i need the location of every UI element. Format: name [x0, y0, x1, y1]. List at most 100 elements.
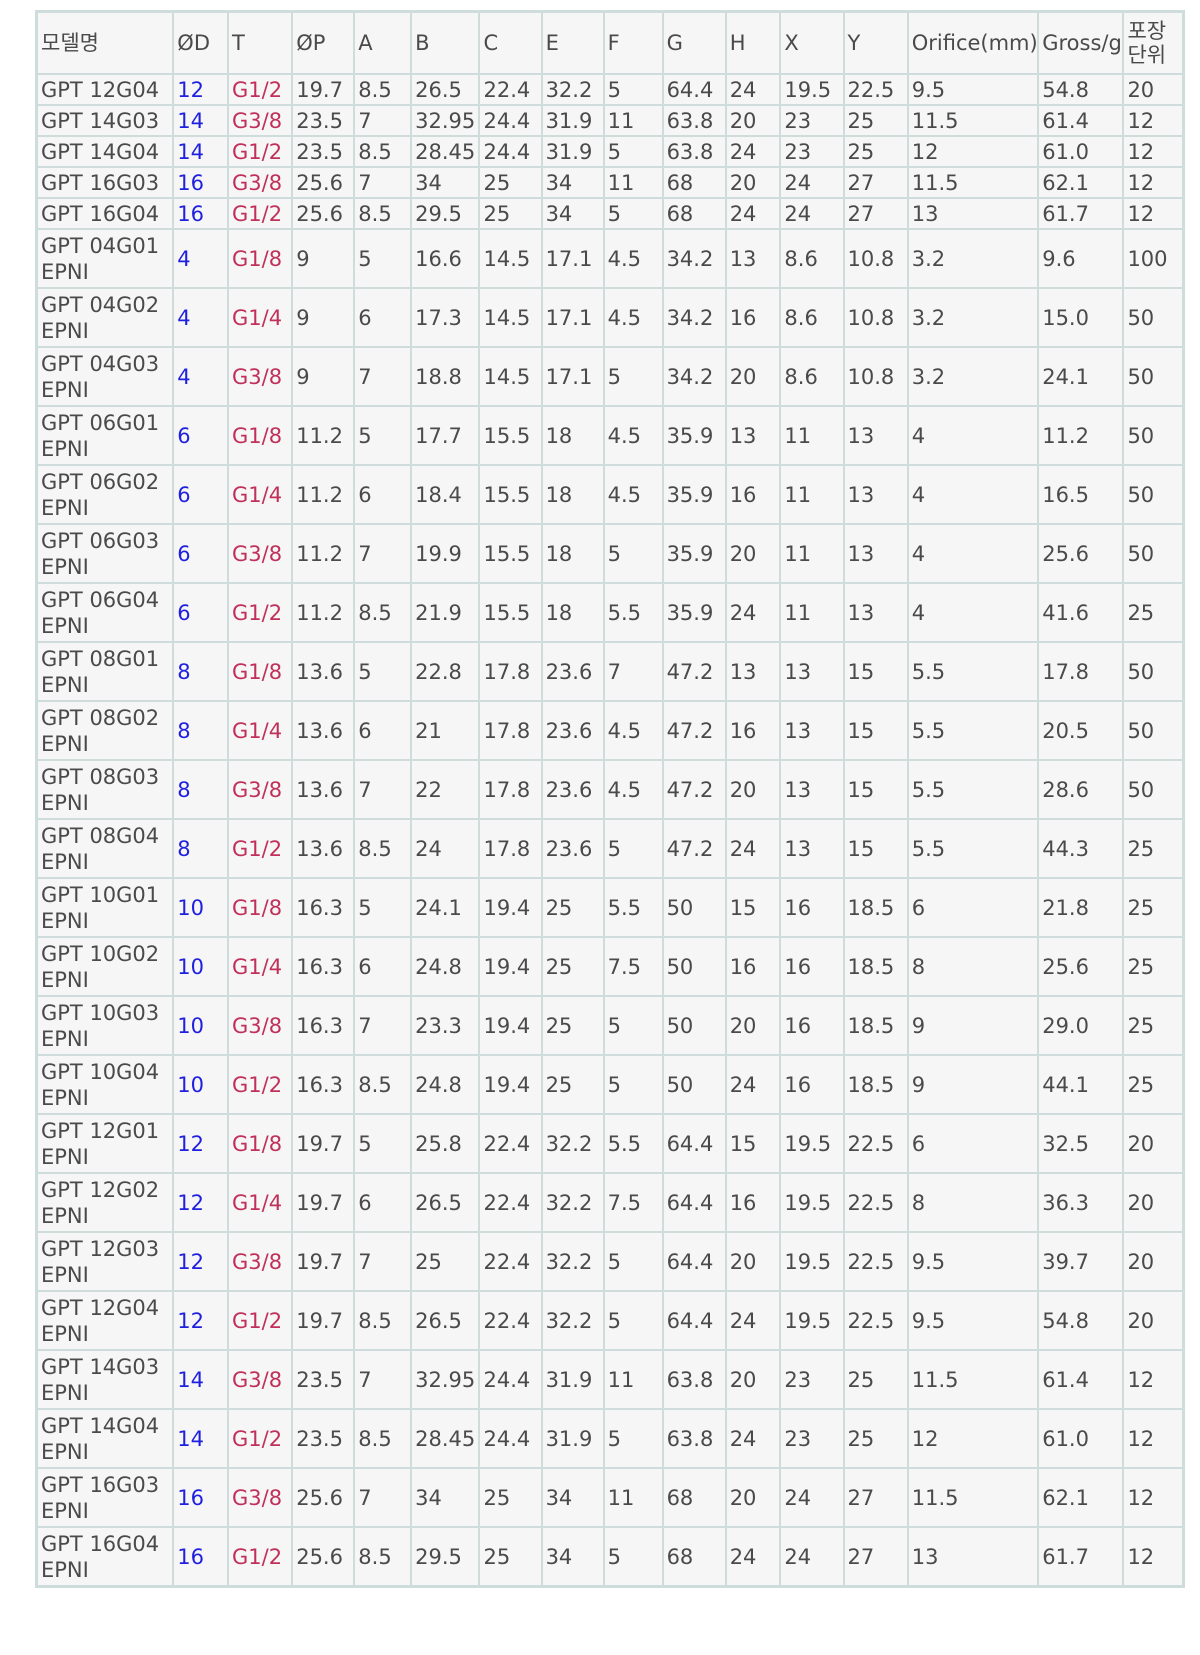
cell-gross-weight: 21.8	[1037, 877, 1125, 938]
cell-od: 14	[172, 1408, 230, 1469]
cell-y: 13	[842, 464, 909, 525]
cell-od: 12	[172, 73, 230, 106]
cell-gross-weight: 44.1	[1037, 1054, 1125, 1115]
cell-h: 24	[724, 1054, 782, 1115]
cell-packing-unit: 20	[1122, 73, 1185, 106]
cell-h: 16	[724, 700, 782, 761]
cell-packing-unit: 12	[1122, 104, 1185, 137]
cell-gross-weight: 61.0	[1037, 1408, 1125, 1469]
cell-gross-weight: 24.1	[1037, 346, 1125, 407]
cell-c: 14.5	[478, 228, 543, 289]
cell-e: 23.6	[540, 641, 605, 702]
cell-y: 15	[842, 759, 909, 820]
cell-e: 23.6	[540, 700, 605, 761]
cell-op: 16.3	[291, 936, 356, 997]
cell-gross-weight: 54.8	[1037, 73, 1125, 106]
cell-f: 5	[602, 1526, 664, 1588]
cell-g: 68	[661, 1526, 727, 1588]
cell-b: 29.5	[410, 197, 481, 230]
table-row: GPT 14G04 EPNI 14 G1/2 23.5 8.5 28.45 24.4 31.9…	[35, 1408, 1185, 1469]
cell-op: 25.6	[291, 166, 356, 199]
cell-packing-unit: 12	[1122, 1408, 1185, 1469]
cell-thread: G1/2	[227, 1054, 294, 1115]
cell-y: 18.5	[842, 995, 909, 1056]
cell-y: 27	[842, 1467, 909, 1528]
cell-op: 13.6	[291, 759, 356, 820]
cell-y: 18.5	[842, 936, 909, 997]
cell-c: 25	[478, 197, 543, 230]
cell-g: 35.9	[661, 405, 727, 466]
cell-c: 24.4	[478, 104, 543, 137]
cell-thread: G1/2	[227, 135, 294, 168]
cell-e: 34	[540, 166, 605, 199]
cell-x: 19.5	[779, 1290, 845, 1351]
cell-h: 24	[724, 818, 782, 879]
cell-y: 27	[842, 1526, 909, 1588]
cell-b: 26.5	[410, 1290, 481, 1351]
cell-packing-unit: 50	[1122, 523, 1185, 584]
cell-packing-unit: 20	[1122, 1172, 1185, 1233]
cell-od: 14	[172, 135, 230, 168]
cell-y: 27	[842, 166, 909, 199]
cell-c: 17.8	[478, 759, 543, 820]
cell-e: 25	[540, 995, 605, 1056]
cell-g: 68	[661, 197, 727, 230]
table-row: GPT 14G04 14 G1/2 23.5 8.5 28.45 24.4 31.9 5 63.8…	[35, 135, 1185, 168]
column-header-f: F	[602, 10, 664, 75]
cell-orifice: 5.5	[906, 700, 1040, 761]
cell-a: 8.5	[353, 1408, 413, 1469]
cell-od: 12	[172, 1113, 230, 1174]
cell-x: 19.5	[779, 1172, 845, 1233]
cell-a: 6	[353, 287, 413, 348]
cell-thread: G1/2	[227, 1408, 294, 1469]
cell-b: 28.45	[410, 135, 481, 168]
cell-g: 50	[661, 1054, 727, 1115]
table-header: 모델명 ØD T ØP A B C E F G H X Y Orifice(mm) Gross/g 포장단위	[35, 10, 1185, 75]
cell-thread: G1/8	[227, 1113, 294, 1174]
cell-op: 19.7	[291, 1231, 356, 1292]
cell-e: 34	[540, 1467, 605, 1528]
cell-packing-unit: 12	[1122, 197, 1185, 230]
cell-model-name: GPT 04G01 EPNI	[35, 228, 175, 289]
cell-x: 23	[779, 104, 845, 137]
cell-gross-weight: 15.0	[1037, 287, 1125, 348]
cell-orifice: 3.2	[906, 346, 1040, 407]
table-row: GPT 12G04 EPNI 12 G1/2 19.7 8.5 26.5 22.4 32.2 5…	[35, 1290, 1185, 1351]
cell-c: 14.5	[478, 346, 543, 407]
cell-gross-weight: 25.6	[1037, 936, 1125, 997]
cell-od: 8	[172, 641, 230, 702]
cell-orifice: 11.5	[906, 1467, 1040, 1528]
cell-model-name: GPT 08G03 EPNI	[35, 759, 175, 820]
cell-od: 16	[172, 197, 230, 230]
cell-packing-unit: 12	[1122, 166, 1185, 199]
cell-model-name: GPT 12G01 EPNI	[35, 1113, 175, 1174]
cell-thread: G3/8	[227, 104, 294, 137]
cell-g: 64.4	[661, 1172, 727, 1233]
cell-orifice: 8	[906, 1172, 1040, 1233]
cell-f: 4.5	[602, 405, 664, 466]
cell-packing-unit: 25	[1122, 995, 1185, 1056]
cell-packing-unit: 12	[1122, 1526, 1185, 1588]
column-header-packing-unit: 포장단위	[1122, 10, 1185, 75]
cell-model-name: GPT 14G03 EPNI	[35, 1349, 175, 1410]
cell-model-name: GPT 10G03 EPNI	[35, 995, 175, 1056]
cell-g: 35.9	[661, 582, 727, 643]
cell-f: 5	[602, 1408, 664, 1469]
cell-gross-weight: 62.1	[1037, 1467, 1125, 1528]
cell-f: 4.5	[602, 228, 664, 289]
cell-thread: G3/8	[227, 1231, 294, 1292]
cell-x: 23	[779, 1349, 845, 1410]
cell-od: 6	[172, 464, 230, 525]
cell-e: 17.1	[540, 346, 605, 407]
cell-orifice: 9.5	[906, 73, 1040, 106]
cell-f: 11	[602, 1467, 664, 1528]
cell-h: 16	[724, 464, 782, 525]
cell-model-name: GPT 10G04 EPNI	[35, 1054, 175, 1115]
cell-b: 28.45	[410, 1408, 481, 1469]
table-row: GPT 14G03 14 G3/8 23.5 7 32.95 24.4 31.9 11 63.8 2…	[35, 104, 1185, 137]
cell-f: 5	[602, 73, 664, 106]
cell-gross-weight: 17.8	[1037, 641, 1125, 702]
table-row: GPT 08G04 EPNI 8 G1/2 13.6 8.5 24 17.8 23.6 5 47.…	[35, 818, 1185, 879]
cell-op: 25.6	[291, 1526, 356, 1588]
cell-a: 7	[353, 1467, 413, 1528]
